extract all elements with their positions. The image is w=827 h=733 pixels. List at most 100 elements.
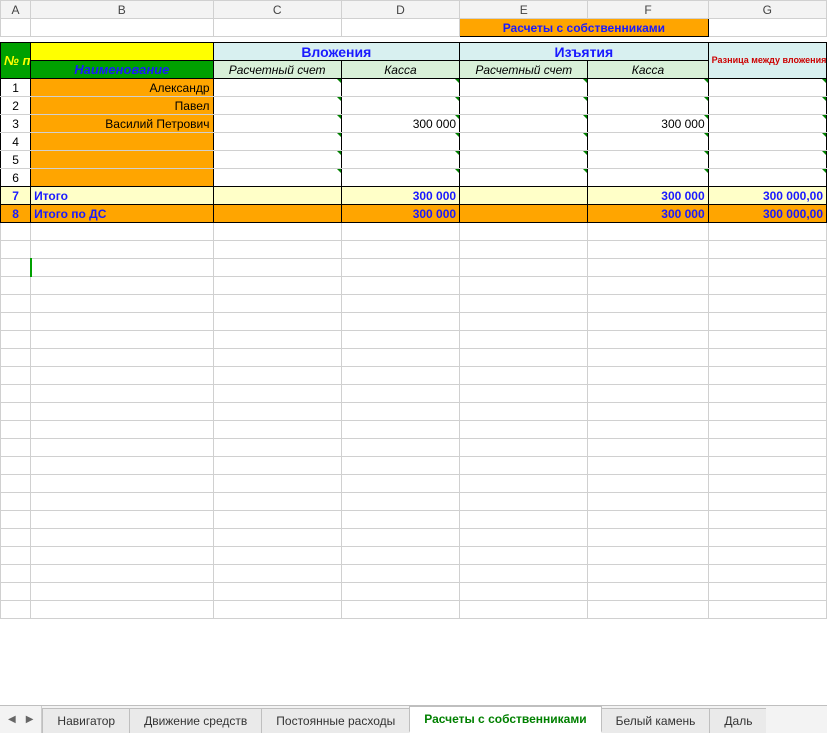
cell[interactable]: 300 000,00 (708, 187, 826, 205)
cell[interactable] (341, 151, 459, 169)
header-raschet-2[interactable]: Расчетный счет (460, 61, 588, 79)
table-row: 5 (1, 151, 827, 169)
row-number[interactable]: 3 (1, 115, 31, 133)
cell[interactable] (213, 205, 341, 223)
row-name[interactable]: Василий Петрович (31, 115, 213, 133)
row-name[interactable]: Александр (31, 79, 213, 97)
header-np[interactable]: № п/п (1, 43, 31, 79)
cell[interactable] (460, 205, 588, 223)
cell[interactable] (213, 79, 341, 97)
header-kassa-2[interactable]: Касса (588, 61, 708, 79)
tab-dvizhenie[interactable]: Движение средств (129, 708, 262, 733)
cell[interactable] (460, 97, 588, 115)
row-name[interactable] (31, 133, 213, 151)
sheet-tabs: Навигатор Движение средств Постоянные ра… (42, 706, 766, 733)
cell[interactable] (460, 187, 588, 205)
cell[interactable] (213, 169, 341, 187)
cell[interactable] (708, 115, 826, 133)
col-header-B[interactable]: B (31, 1, 213, 19)
cell[interactable] (588, 79, 708, 97)
col-header-F[interactable]: F (588, 1, 708, 19)
cell[interactable] (341, 97, 459, 115)
cell[interactable] (213, 97, 341, 115)
cell[interactable] (1, 19, 31, 37)
header-kassa-1[interactable]: Касса (341, 61, 459, 79)
cell[interactable] (213, 133, 341, 151)
tab-postoyannye[interactable]: Постоянные расходы (261, 708, 410, 733)
tab-prev-icon[interactable]: ◀ (8, 714, 16, 725)
row-name[interactable]: Павел (31, 97, 213, 115)
tab-raschety[interactable]: Расчеты с собственниками (409, 706, 601, 733)
cell[interactable] (213, 187, 341, 205)
cell[interactable] (341, 169, 459, 187)
itogo-label[interactable]: Итого (31, 187, 213, 205)
cell[interactable] (588, 97, 708, 115)
tab-next-icon[interactable]: ▶ (26, 714, 34, 725)
header-raznica[interactable]: Разница между вложениями и изъятиями (708, 43, 826, 79)
header-izyatiya[interactable]: Изъятия (460, 43, 709, 61)
cell[interactable]: 300 000 (341, 205, 459, 223)
spreadsheet-grid[interactable]: A B C D E F G Расчеты с собственниками №… (0, 0, 827, 619)
tab-dal[interactable]: Даль (709, 708, 766, 733)
cell[interactable] (460, 115, 588, 133)
table-row: 1 Александр (1, 79, 827, 97)
cell[interactable]: 300 000 (588, 115, 708, 133)
table-row: 2 Павел (1, 97, 827, 115)
itogo-ds-label[interactable]: Итого по ДС (31, 205, 213, 223)
cell[interactable]: 300 000 (588, 205, 708, 223)
table-row: 4 (1, 133, 827, 151)
cell[interactable] (708, 97, 826, 115)
cell[interactable] (588, 169, 708, 187)
table-row: 6 (1, 169, 827, 187)
cell[interactable] (460, 79, 588, 97)
column-headers-row: A B C D E F G (1, 1, 827, 19)
cell[interactable] (708, 151, 826, 169)
cell[interactable] (708, 169, 826, 187)
cell[interactable] (588, 133, 708, 151)
cell[interactable] (341, 19, 459, 37)
col-header-E[interactable]: E (460, 1, 588, 19)
col-header-G[interactable]: G (708, 1, 826, 19)
cell[interactable]: 300 000 (341, 115, 459, 133)
row-number[interactable]: 6 (1, 169, 31, 187)
cell[interactable] (341, 79, 459, 97)
row-number[interactable]: 4 (1, 133, 31, 151)
cell[interactable] (460, 151, 588, 169)
row-number[interactable]: 1 (1, 79, 31, 97)
cell[interactable]: 300 000 (588, 187, 708, 205)
row-name[interactable] (31, 151, 213, 169)
itogo-row: 7 Итого 300 000 300 000 300 000,00 (1, 187, 827, 205)
cell[interactable] (31, 19, 213, 37)
row-number[interactable]: 8 (1, 205, 31, 223)
row-number[interactable]: 7 (1, 187, 31, 205)
sheet-title[interactable]: Расчеты с собственниками (460, 19, 709, 37)
cell[interactable] (708, 79, 826, 97)
tab-belyj-kamen[interactable]: Белый камень (601, 708, 711, 733)
col-header-A[interactable]: A (1, 1, 31, 19)
row-number[interactable]: 2 (1, 97, 31, 115)
cell[interactable]: 300 000 (341, 187, 459, 205)
cell[interactable] (588, 151, 708, 169)
tab-nav: ◀ ▶ (0, 706, 42, 733)
tab-navigator[interactable]: Навигатор (42, 708, 130, 733)
header-blank-yellow[interactable] (31, 43, 213, 61)
cell[interactable] (341, 133, 459, 151)
header-raschet-1[interactable]: Расчетный счет (213, 61, 341, 79)
col-header-D[interactable]: D (341, 1, 459, 19)
col-header-C[interactable]: C (213, 1, 341, 19)
cell[interactable] (213, 19, 341, 37)
header-naimenovanie[interactable]: Наименование (31, 61, 213, 79)
cell[interactable] (460, 169, 588, 187)
row-name[interactable] (31, 169, 213, 187)
cell[interactable] (708, 133, 826, 151)
table-row: 3 Василий Петрович 300 000 300 000 (1, 115, 827, 133)
itogo-ds-row: 8 Итого по ДС 300 000 300 000 300 000,00 (1, 205, 827, 223)
header-vlojeniya[interactable]: Вложения (213, 43, 460, 61)
sheet-tab-bar: ◀ ▶ Навигатор Движение средств Постоянны… (0, 705, 827, 733)
cell[interactable] (708, 19, 826, 37)
cell[interactable] (213, 151, 341, 169)
cell[interactable]: 300 000,00 (708, 205, 826, 223)
row-number[interactable]: 5 (1, 151, 31, 169)
cell[interactable] (213, 115, 341, 133)
cell[interactable] (460, 133, 588, 151)
